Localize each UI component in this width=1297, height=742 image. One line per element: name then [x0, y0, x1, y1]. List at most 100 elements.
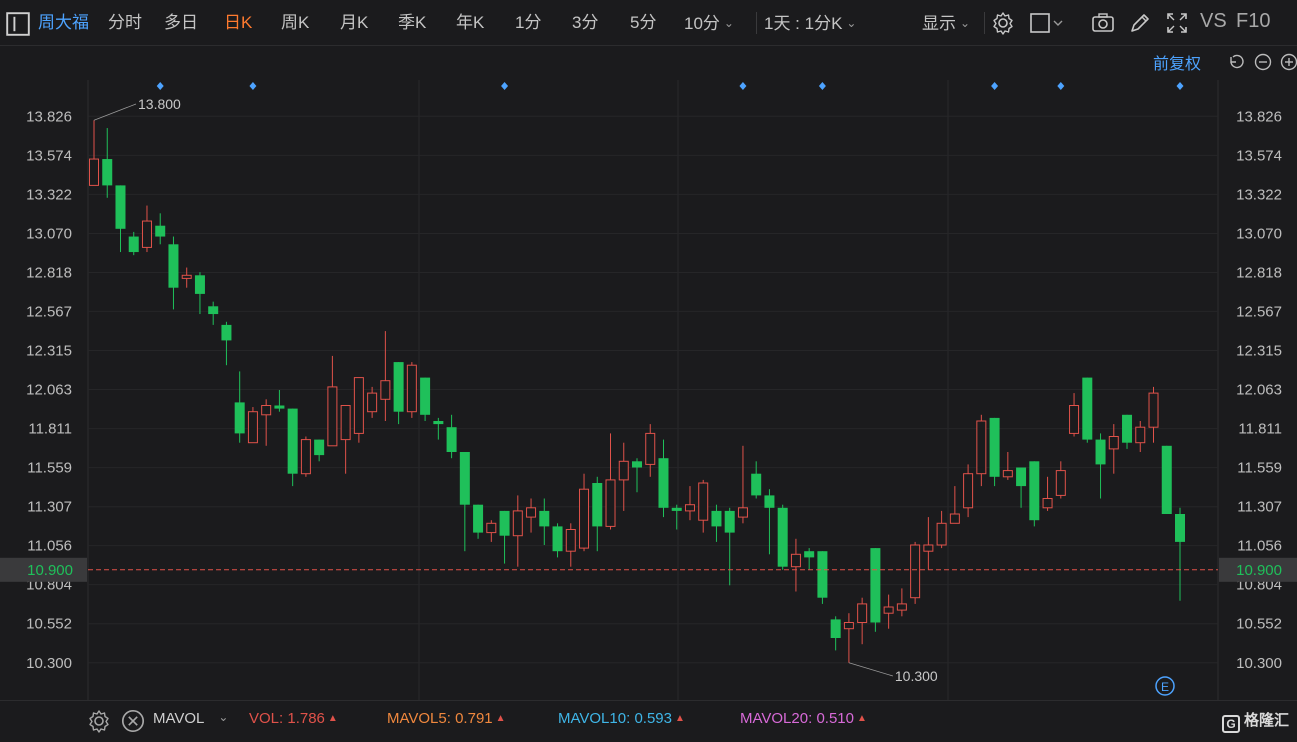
candle — [923, 517, 934, 570]
y-tick-label: 12.063 — [1236, 382, 1282, 399]
gear-icon[interactable] — [87, 709, 109, 733]
tab-quarterly-k[interactable]: 季K — [398, 10, 426, 36]
f10-button[interactable]: F10 — [1236, 8, 1270, 34]
candle-body — [420, 377, 431, 415]
candle-body — [671, 507, 682, 511]
candle-body — [526, 507, 537, 518]
e-badge-text: E — [1161, 680, 1169, 694]
candle-body — [936, 522, 947, 546]
candle — [777, 504, 788, 570]
tab-1min[interactable]: 1分 — [515, 10, 541, 36]
gear-icon[interactable] — [991, 11, 1015, 35]
e-badge-icon[interactable]: E — [1155, 676, 1175, 696]
adjust-mode-button[interactable]: 前复权 — [1153, 50, 1201, 74]
close-icon[interactable] — [121, 709, 145, 733]
candle — [340, 405, 351, 474]
pencil-icon[interactable] — [1128, 11, 1152, 35]
candle-body — [605, 479, 616, 527]
candle — [936, 510, 947, 549]
display-menu[interactable]: 显示 ⌄ — [922, 10, 970, 36]
vol-label: VOL: — [249, 710, 284, 727]
candle-body — [790, 553, 801, 568]
price-tag-right-text: 10.900 — [1236, 562, 1282, 579]
mavol20-value: 0.510 — [816, 710, 854, 727]
candle-body — [963, 473, 974, 509]
candle-body — [804, 551, 815, 558]
indicator-bar: MAVOL ⌄ VOL: 1.786 ▲ MAVOL5: 0.791 ▲ MAVOL1… — [0, 700, 1297, 742]
tab-multi-day[interactable]: 多日 — [164, 10, 198, 36]
tab-monthly-k[interactable]: 月K — [340, 10, 368, 36]
camera-icon[interactable] — [1091, 11, 1115, 35]
candle-body — [499, 510, 510, 536]
candle-body — [327, 386, 338, 447]
tab-10min[interactable]: 10分 ⌄ — [684, 10, 734, 36]
tab-daily-k[interactable]: 日K — [224, 10, 252, 36]
y-tick-label: 11.811 — [1238, 421, 1282, 438]
candle-body — [684, 504, 695, 512]
y-tick-label: 11.811 — [28, 421, 72, 438]
y-tick-label: 13.574 — [1236, 147, 1282, 164]
brand-logo-text: 格隆汇 — [1243, 712, 1289, 729]
tab-5min[interactable]: 5分 — [630, 10, 656, 36]
candle-body — [552, 526, 563, 552]
candle-body — [618, 460, 629, 481]
kline-chart-svg[interactable]: 13.826 13.574 13.322 13.070 12.818 12.567 12.3… — [0, 80, 1297, 700]
fullscreen-icon[interactable] — [1165, 11, 1189, 35]
layout-square-icon[interactable] — [1030, 11, 1064, 35]
y-tick-label: 11.559 — [27, 460, 72, 477]
stock-name[interactable]: 周大福 — [38, 10, 89, 36]
candle — [221, 321, 232, 366]
candle — [565, 523, 576, 567]
y-axis-left: 13.826 13.574 13.322 13.070 12.818 12.567 12.3… — [26, 108, 72, 672]
candle-body — [923, 544, 934, 552]
event-marker — [739, 82, 747, 90]
y-tick-label: 12.567 — [1236, 303, 1282, 320]
candle-body — [1108, 436, 1119, 450]
y-tick-label: 10.552 — [1236, 616, 1282, 633]
event-marker — [249, 82, 257, 90]
candle-body — [1135, 426, 1146, 444]
candle — [526, 498, 537, 533]
candle-body — [1095, 439, 1106, 465]
zoom-in-icon[interactable] — [1280, 53, 1297, 71]
tab-10min-label: 10分 — [684, 14, 720, 33]
candle-body — [857, 603, 868, 624]
candle-body — [287, 408, 298, 474]
y-tick-label: 11.559 — [1237, 460, 1282, 477]
candle — [684, 486, 695, 521]
candle-body — [1042, 498, 1053, 509]
candle — [804, 548, 815, 570]
y-tick-label: 13.322 — [1236, 186, 1282, 203]
candle — [314, 439, 325, 462]
tab-3min[interactable]: 3分 — [572, 10, 598, 36]
undo-icon[interactable] — [1226, 53, 1244, 71]
toolbar-divider — [984, 12, 985, 34]
tab-weekly-k[interactable]: 周K — [281, 10, 309, 36]
y-tick-label: 11.056 — [27, 538, 72, 555]
candle — [737, 445, 748, 524]
range-selector[interactable]: 1天 : 1分K ⌄ — [764, 10, 856, 36]
candle — [353, 377, 364, 443]
candle — [499, 510, 510, 564]
zoom-out-icon[interactable] — [1254, 53, 1272, 71]
candle-body — [737, 507, 748, 518]
event-marker — [1176, 82, 1184, 90]
sidebar-toggle-icon[interactable] — [6, 12, 30, 36]
candle — [420, 377, 431, 421]
candle — [208, 301, 219, 325]
y-tick-label: 13.826 — [1236, 108, 1282, 125]
candle — [857, 597, 868, 645]
candle-body — [353, 377, 364, 434]
kline-chart[interactable]: 13.826 13.574 13.322 13.070 12.818 12.567 12.3… — [0, 80, 1297, 700]
tab-intraday[interactable]: 分时 — [108, 10, 142, 36]
tab-yearly-k[interactable]: 年K — [456, 10, 484, 36]
candle-body — [247, 411, 258, 444]
vs-button[interactable]: VS — [1200, 8, 1227, 34]
candle — [949, 486, 960, 524]
arrow-up-icon: ▲ — [327, 713, 338, 724]
logo-mark-icon: G — [1221, 715, 1240, 733]
candle-body — [711, 510, 722, 527]
y-tick-label: 12.063 — [26, 382, 72, 399]
candle-body — [830, 619, 841, 638]
indicator-selector[interactable]: MAVOL ⌄ — [153, 710, 228, 727]
